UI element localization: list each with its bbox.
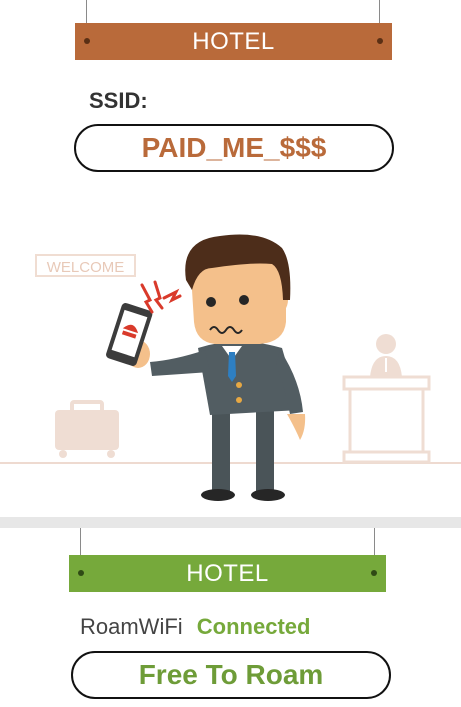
hotel-sign-top-label: HOTEL	[192, 28, 275, 55]
section-divider	[0, 517, 461, 528]
slogan-box: Free To Roam	[71, 651, 391, 699]
hotel-sign-top: HOTEL	[75, 23, 392, 60]
nail-icon	[371, 570, 377, 576]
shock-lines-icon	[140, 280, 182, 314]
reception-desk-icon	[342, 334, 431, 464]
worried-man-figure	[106, 234, 306, 501]
network-row: RoamWiFi Connected	[80, 614, 310, 640]
scene-illustration	[0, 234, 461, 501]
nail-icon	[78, 570, 84, 576]
slogan-text: Free To Roam	[138, 659, 324, 690]
ssid-label: SSID:	[89, 88, 148, 113]
hotel-sign-bottom: HOTEL	[69, 555, 386, 592]
ssid-value: PAID_ME_$$$	[141, 132, 327, 163]
nail-icon	[84, 38, 90, 44]
hotel-sign-bottom-label: HOTEL	[186, 560, 269, 587]
suitcase-icon	[55, 400, 119, 458]
network-name: RoamWiFi	[80, 614, 183, 639]
connection-status: Connected	[196, 614, 311, 639]
nail-icon	[377, 38, 383, 44]
ssid-value-box: PAID_ME_$$$	[74, 124, 394, 172]
